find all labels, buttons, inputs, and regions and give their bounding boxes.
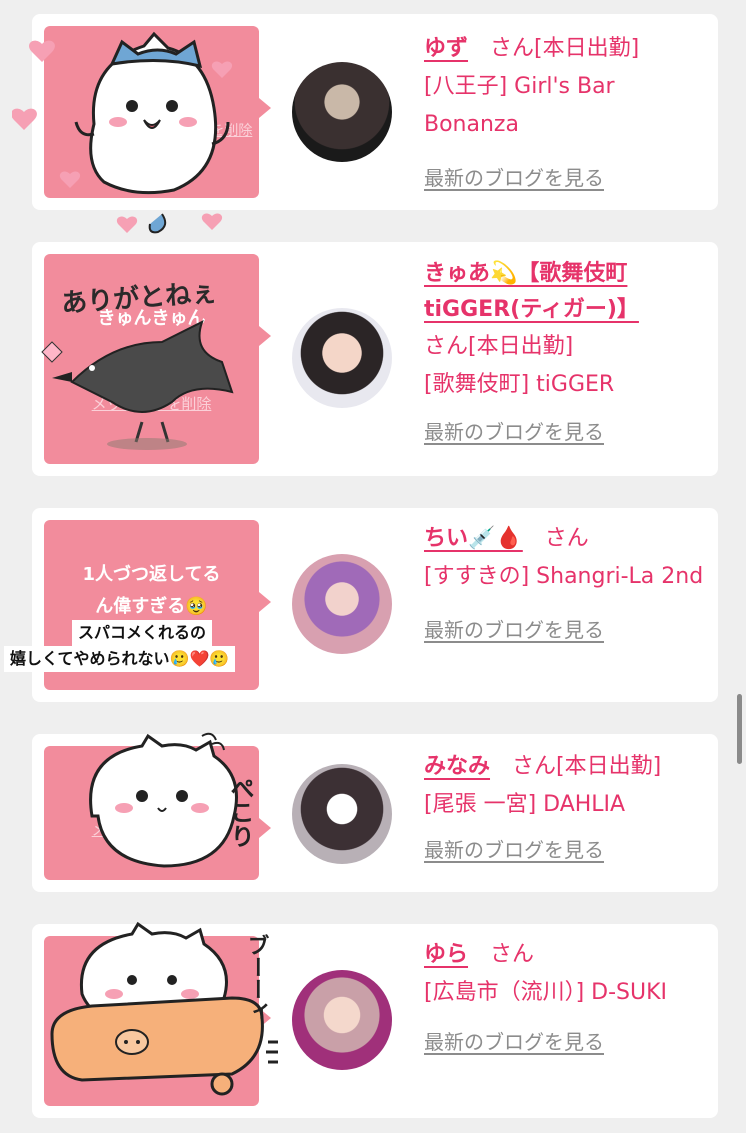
chiikawa-car-sticker: ブーーィ bbox=[50, 921, 278, 1096]
sticker-caption: ありがとねぇ bbox=[60, 277, 218, 319]
honorific: さん bbox=[424, 334, 469, 359]
user-card: 1人づつ返してる ん偉すぎる🥹 スパコメくれるの 嬉しくてやめられない🥲❤️🥲 … bbox=[4, 508, 718, 702]
sticker-caption: ぺこり bbox=[226, 776, 254, 848]
user-card: メッセージを削除 ぺこり みなみさん[本日出勤] [尾張 一宮] DAHLIA … bbox=[32, 732, 718, 892]
scrollbar[interactable] bbox=[737, 694, 742, 764]
user-name-link[interactable]: きゅあ💫【歌舞伎町tiGGER(ティガー)】 bbox=[424, 261, 639, 322]
user-info: きゅあ💫【歌舞伎町tiGGER(ティガー)】 さん[本日出勤] [歌舞伎町] t… bbox=[424, 256, 704, 445]
honorific: さん bbox=[512, 754, 557, 779]
location-shop: [すすきの] Shangri-La 2nd bbox=[424, 564, 704, 589]
avatar[interactable] bbox=[292, 308, 392, 408]
crow-sticker: ありがとねぇ bbox=[41, 277, 234, 450]
avatar[interactable] bbox=[292, 62, 392, 162]
user-name-link[interactable]: ゆら bbox=[424, 942, 468, 967]
honorific: さん bbox=[544, 526, 589, 551]
honorific: さん bbox=[490, 36, 535, 61]
location-shop: [歌舞伎町] tiGGER bbox=[424, 372, 615, 397]
chiikawa-sticker: ぺこり bbox=[89, 732, 254, 868]
user-card: メッセージを削除 ゆずさん[本日出勤] [八王子] Girl's Bar Bon… bbox=[12, 14, 718, 234]
honorific: さん bbox=[490, 942, 535, 967]
user-info: ゆら さん [広島市（流川）] D-SUKI 最新のブログを見る bbox=[424, 936, 704, 1055]
message-text: ん偉すぎる🥹 bbox=[95, 596, 208, 617]
user-name-link[interactable]: みなみ bbox=[424, 754, 490, 779]
status-badge: [本日出勤] bbox=[468, 334, 574, 359]
message-text: 1人づつ返してる bbox=[82, 564, 221, 585]
sticker-caption: スパコメくれるの bbox=[72, 620, 213, 646]
latest-blog-link[interactable]: 最新のブログを見る bbox=[424, 614, 604, 643]
latest-blog-link[interactable]: 最新のブログを見る bbox=[424, 834, 604, 863]
latest-blog-link[interactable]: 最新のブログを見る bbox=[424, 1026, 604, 1055]
latest-blog-link[interactable]: 最新のブログを見る bbox=[424, 162, 604, 191]
location-shop: [尾張 一宮] DAHLIA bbox=[424, 792, 626, 817]
avatar[interactable] bbox=[292, 764, 392, 864]
latest-blog-link[interactable]: 最新のブログを見る bbox=[424, 416, 604, 445]
hachiware-sticker bbox=[12, 31, 233, 234]
user-name-link[interactable]: ゆず bbox=[424, 36, 468, 61]
user-info: ちい💉🩸 さん [すすきの] Shangri-La 2nd 最新のブログを見る bbox=[424, 520, 704, 643]
status-badge: [本日出勤] bbox=[534, 36, 640, 61]
location-shop: [八王子] Girl's Bar Bonanza bbox=[424, 74, 615, 137]
user-card: ブーーィ ゆら さん [広島市（流川）] D-SUKI 最新のブログを見る bbox=[32, 921, 718, 1118]
user-info: みなみ さん[本日出勤] [尾張 一宮] DAHLIA 最新のブログを見る bbox=[424, 748, 704, 863]
sticker-caption: 嬉しくてやめられない🥲❤️🥲 bbox=[4, 646, 236, 672]
user-name-link[interactable]: ちい💉🩸 bbox=[424, 526, 523, 551]
sticker-caption: ブーーィ bbox=[244, 933, 269, 1022]
user-info: ゆず さん[本日出勤] [八王子] Girl's Bar Bonanza 最新のブ… bbox=[424, 30, 704, 191]
status-badge: [本日出勤] bbox=[556, 754, 662, 779]
avatar[interactable] bbox=[292, 970, 392, 1070]
location-shop: [広島市（流川）] D-SUKI bbox=[424, 980, 668, 1005]
user-card: きゅんきゅん メッセージを削除 ありがとねぇ きゅあ💫【歌舞伎町tiGGER(テ… bbox=[32, 242, 718, 476]
avatar[interactable] bbox=[292, 554, 392, 654]
